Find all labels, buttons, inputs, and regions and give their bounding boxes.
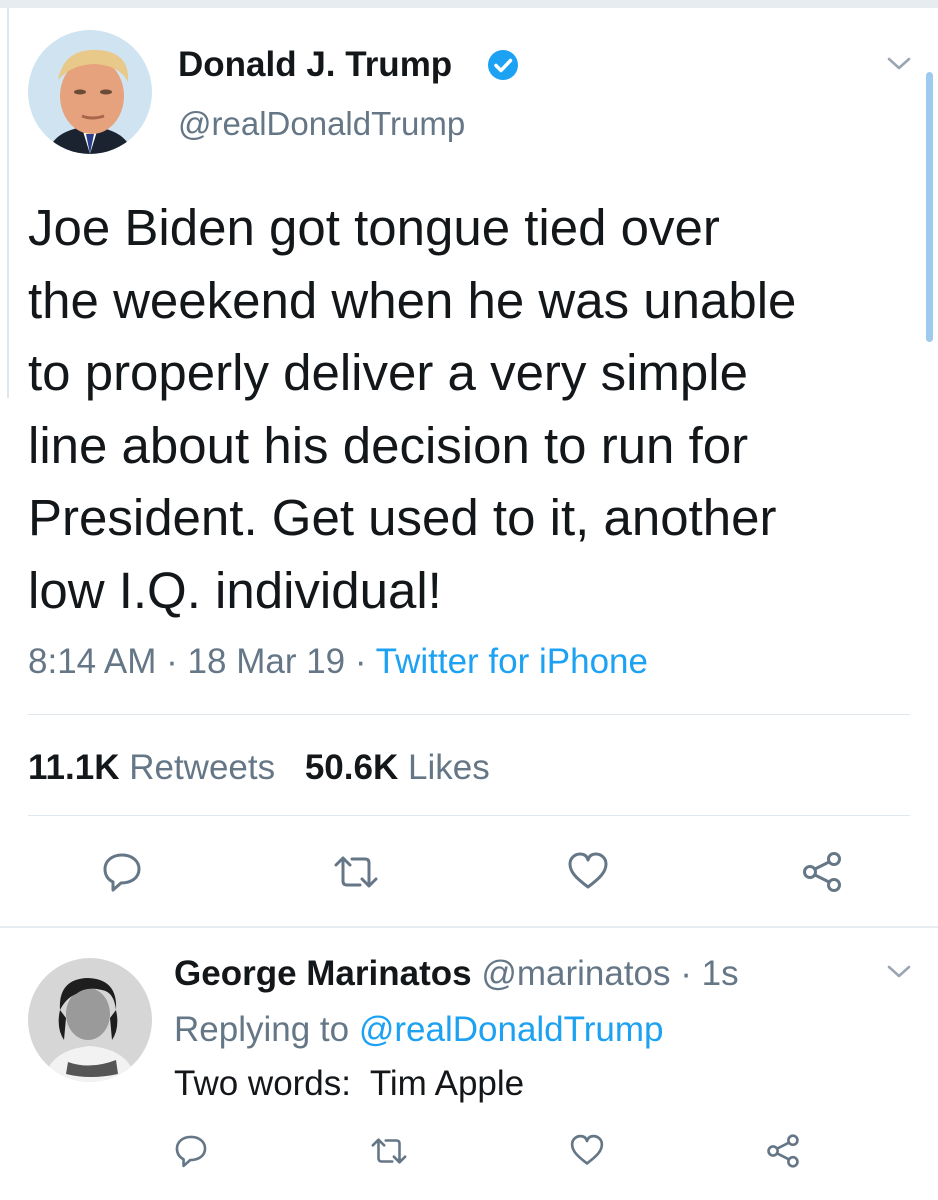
replying-to-label: Replying to (174, 1010, 350, 1049)
like-icon (565, 849, 611, 900)
reply-icon (99, 849, 145, 900)
reply-text: Two words: Tim Apple (174, 1064, 525, 1103)
retweet-icon (330, 849, 382, 900)
tweet-text-line: President. Get used to it, another (28, 489, 777, 547)
share-button[interactable] (796, 848, 848, 900)
author-handle[interactable]: @realDonaldTrump (178, 104, 465, 144)
retweets-label: Retweets (129, 748, 276, 787)
likes-stat[interactable]: 50.6K Likes (305, 748, 490, 787)
reply-time[interactable]: 1s (702, 954, 739, 993)
retweet-button[interactable] (328, 848, 384, 900)
reply-author-handle[interactable]: @marinatos (481, 954, 670, 993)
author-name[interactable]: Donald J. Trump (178, 44, 452, 86)
tweet-meta: 8:14 AM · 18 Mar 19 · Twitter for iPhone (28, 640, 648, 684)
reply-share-button[interactable] (762, 1132, 804, 1174)
top-border (0, 0, 938, 8)
reply-icon (172, 1132, 210, 1175)
likes-count: 50.6K (304, 748, 399, 787)
tweet-stats: 11.1K Retweets 50.6K Likes (28, 746, 490, 790)
likes-label: Likes (407, 748, 490, 787)
divider (28, 815, 910, 816)
tweet-time[interactable]: 8:14 AM (28, 642, 156, 681)
reply-retweet-button[interactable] (366, 1132, 412, 1174)
reply-header: George Marinatos @marinatos · 1s (174, 952, 739, 996)
retweets-stat[interactable]: 11.1K Retweets (28, 748, 285, 787)
tweet-text-line: the weekend when he was unable (28, 271, 797, 329)
divider (28, 714, 910, 715)
tweet-text-line: to properly deliver a very simple (28, 344, 748, 402)
tweet-text-line: low I.Q. individual! (28, 561, 442, 619)
retweets-count: 11.1K (28, 748, 120, 787)
tweet-date[interactable]: 18 Mar 19 (188, 642, 346, 681)
retweet-icon (368, 1132, 410, 1175)
share-icon (764, 1132, 802, 1175)
meta-separator: · (354, 642, 367, 681)
share-icon (799, 849, 845, 900)
thread-left-border (0, 8, 9, 398)
tweet-text-line: Joe Biden got tongue tied over (28, 199, 720, 256)
tweet-source-link[interactable]: Twitter for iPhone (376, 642, 648, 681)
like-icon (568, 1132, 606, 1175)
tweet-text-line: line about his decision to run for (28, 416, 749, 474)
reply-author-name[interactable]: George Marinatos (174, 954, 472, 993)
chevron-down-icon[interactable] (884, 54, 914, 74)
reply-like-button[interactable] (566, 1132, 608, 1174)
tweet-text: Joe Biden got tongue tied over the weeke… (28, 192, 928, 628)
like-button[interactable] (562, 848, 614, 900)
verified-badge-icon (486, 48, 520, 82)
reply-separator: · (680, 954, 692, 993)
reply-author-avatar[interactable] (28, 958, 152, 1082)
reply-reply-button[interactable] (170, 1132, 212, 1174)
meta-separator: · (166, 642, 178, 681)
replying-to-line: Replying to @realDonaldTrump (174, 1008, 663, 1052)
author-avatar[interactable] (28, 30, 152, 154)
thread-divider (0, 926, 938, 928)
replying-to-handle-link[interactable]: @realDonaldTrump (359, 1010, 664, 1049)
reply-chevron-down-icon[interactable] (884, 962, 914, 982)
reply-button[interactable] (96, 848, 148, 900)
